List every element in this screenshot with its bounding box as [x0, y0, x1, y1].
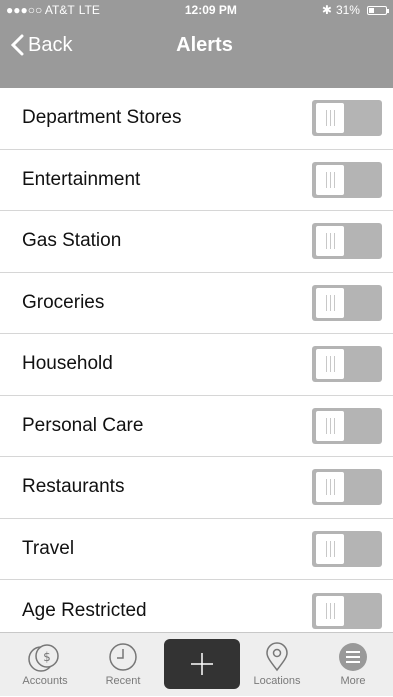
alert-label: Age Restricted	[22, 599, 147, 621]
alert-label: Restaurants	[22, 476, 125, 498]
add-button[interactable]	[164, 639, 240, 689]
page-title: Alerts	[176, 34, 233, 56]
alert-label: Gas Station	[22, 230, 122, 252]
alert-toggle[interactable]	[312, 161, 382, 198]
network-label: LTE	[78, 3, 100, 17]
battery-icon	[366, 5, 389, 15]
alert-toggle[interactable]	[312, 346, 382, 383]
clock: 12:09 PM	[184, 3, 237, 17]
alert-label: Personal Care	[22, 414, 144, 436]
alert-toggle[interactable]	[312, 223, 382, 260]
list-item: Personal Care	[0, 396, 393, 457]
tab-recent-label: Recent	[105, 675, 141, 687]
menu-icon	[339, 643, 367, 671]
status-bar: ●●●○○ AT&T LTE 12:09 PM ✱ 31%	[0, 0, 393, 20]
alert-toggle[interactable]	[312, 592, 382, 629]
navigation-bar: Back Alerts	[0, 20, 393, 88]
coin-icon: $	[28, 644, 59, 672]
bluetooth-icon: ✱	[321, 3, 332, 17]
alert-toggle[interactable]	[312, 407, 382, 444]
alerts-list: Department Stores Entertainment Gas Stat…	[0, 88, 393, 642]
tab-accounts[interactable]: $ Accounts	[10, 633, 80, 697]
tab-accounts-label: Accounts	[22, 675, 68, 687]
alert-toggle[interactable]	[312, 469, 382, 506]
alert-label: Travel	[22, 537, 75, 559]
svg-text:$: $	[43, 650, 51, 664]
alert-toggle[interactable]	[312, 100, 382, 137]
location-pin-icon	[266, 642, 288, 672]
tab-locations[interactable]: Locations	[242, 633, 312, 697]
tab-recent[interactable]: Recent	[88, 633, 158, 697]
alert-label: Department Stores	[22, 107, 182, 129]
alert-label: Household	[22, 353, 113, 375]
alert-toggle[interactable]	[312, 530, 382, 567]
tab-locations-label: Locations	[253, 675, 301, 687]
list-item: Restaurants	[0, 457, 393, 519]
battery-percent: 31%	[335, 3, 360, 17]
list-item: Groceries	[0, 273, 393, 334]
list-item: Department Stores	[0, 88, 393, 150]
list-item: Entertainment	[0, 150, 393, 211]
plus-icon	[191, 653, 213, 675]
carrier-label: ●●●○○ AT&T	[6, 3, 75, 17]
alert-label: Entertainment	[22, 168, 141, 190]
clock-icon	[109, 643, 137, 671]
list-item: Gas Station	[0, 211, 393, 273]
list-item: Household	[0, 334, 393, 396]
tab-more-label: More	[340, 675, 366, 687]
alert-toggle[interactable]	[312, 284, 382, 321]
list-item: Travel	[0, 519, 393, 580]
tab-bar: $ Accounts Recent Locations More	[0, 632, 393, 696]
alert-label: Groceries	[22, 291, 105, 313]
tab-more[interactable]: More	[318, 633, 388, 697]
